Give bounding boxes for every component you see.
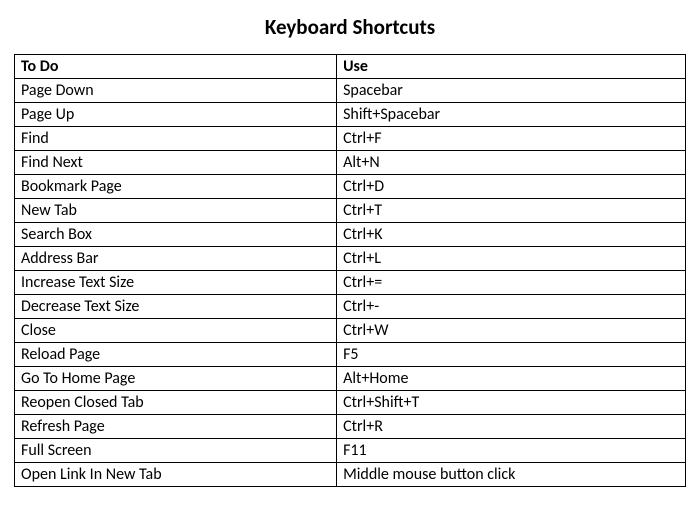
cell-action: Open Link In New Tab	[15, 463, 337, 487]
table-row: Reopen Closed TabCtrl+Shift+T	[15, 391, 686, 415]
cell-key: Ctrl+T	[337, 199, 686, 223]
cell-key: Alt+N	[337, 151, 686, 175]
page-title: Keyboard Shortcuts	[14, 14, 686, 40]
table-row: Bookmark PageCtrl+D	[15, 175, 686, 199]
cell-action: Page Down	[15, 79, 337, 103]
cell-key: Middle mouse button click	[337, 463, 686, 487]
table-row: New TabCtrl+T	[15, 199, 686, 223]
cell-action: Close	[15, 319, 337, 343]
table-row: Go To Home PageAlt+Home	[15, 367, 686, 391]
table-row: Find NextAlt+N	[15, 151, 686, 175]
table-row: Decrease Text SizeCtrl+-	[15, 295, 686, 319]
cell-action: Search Box	[15, 223, 337, 247]
table-row: Increase Text SizeCtrl+=	[15, 271, 686, 295]
cell-key: Ctrl+R	[337, 415, 686, 439]
cell-action: Reopen Closed Tab	[15, 391, 337, 415]
cell-key: Ctrl+=	[337, 271, 686, 295]
cell-action: Refresh Page	[15, 415, 337, 439]
cell-action: Increase Text Size	[15, 271, 337, 295]
cell-action: New Tab	[15, 199, 337, 223]
table-row: Page UpShift+Spacebar	[15, 103, 686, 127]
cell-key: F5	[337, 343, 686, 367]
cell-action: Go To Home Page	[15, 367, 337, 391]
table-row: Reload PageF5	[15, 343, 686, 367]
cell-action: Bookmark Page	[15, 175, 337, 199]
cell-key: Ctrl+D	[337, 175, 686, 199]
table-row: Refresh PageCtrl+R	[15, 415, 686, 439]
cell-action: Address Bar	[15, 247, 337, 271]
table-row: Page DownSpacebar	[15, 79, 686, 103]
table-row: Open Link In New TabMiddle mouse button …	[15, 463, 686, 487]
table-row: Address BarCtrl+L	[15, 247, 686, 271]
cell-action: Page Up	[15, 103, 337, 127]
cell-key: Ctrl+F	[337, 127, 686, 151]
table-row: FindCtrl+F	[15, 127, 686, 151]
table-row: CloseCtrl+W	[15, 319, 686, 343]
cell-key: Ctrl+L	[337, 247, 686, 271]
cell-key: Ctrl+W	[337, 319, 686, 343]
cell-key: F11	[337, 439, 686, 463]
cell-action: Decrease Text Size	[15, 295, 337, 319]
cell-key: Alt+Home	[337, 367, 686, 391]
cell-action: Find Next	[15, 151, 337, 175]
cell-key: Ctrl+K	[337, 223, 686, 247]
table-header-row: To Do Use	[15, 55, 686, 79]
cell-action: Reload Page	[15, 343, 337, 367]
cell-action: Full Screen	[15, 439, 337, 463]
cell-action: Find	[15, 127, 337, 151]
table-header-action: To Do	[15, 55, 337, 79]
cell-key: Spacebar	[337, 79, 686, 103]
shortcuts-table: To Do Use Page DownSpacebarPage UpShift+…	[14, 54, 686, 487]
table-row: Full ScreenF11	[15, 439, 686, 463]
cell-key: Shift+Spacebar	[337, 103, 686, 127]
table-row: Search BoxCtrl+K	[15, 223, 686, 247]
cell-key: Ctrl+-	[337, 295, 686, 319]
table-header-key: Use	[337, 55, 686, 79]
cell-key: Ctrl+Shift+T	[337, 391, 686, 415]
